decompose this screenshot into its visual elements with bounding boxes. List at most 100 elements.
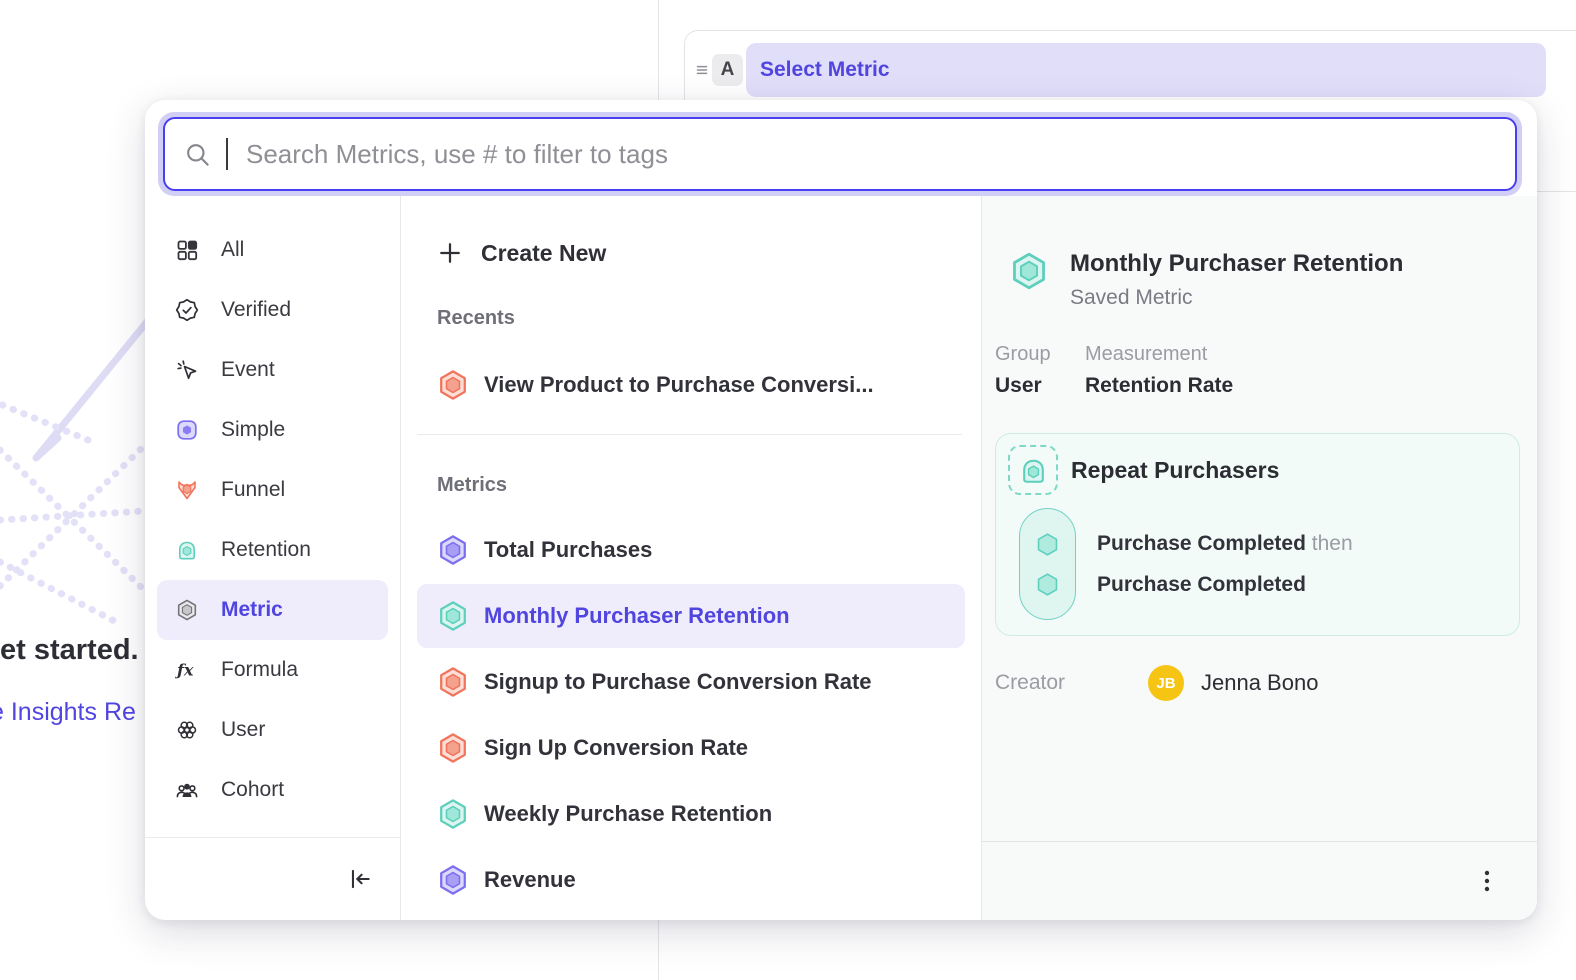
cursor-click-icon — [175, 358, 199, 382]
type-filter-sidebar: All Verified Event Simple Funnel Retention M… — [145, 196, 401, 920]
metric-hexagon-icon — [1008, 250, 1050, 292]
sidebar-item-retention[interactable]: Retention — [157, 520, 388, 580]
funnel-icon — [175, 478, 199, 502]
metric-list-item[interactable]: Signup to Purchase Conversion Rate — [417, 650, 965, 714]
metric-item-label: View Product to Purchase Conversi... — [484, 372, 874, 398]
list-section-label: Metrics — [437, 474, 981, 498]
event-sequence-capsule — [1019, 508, 1076, 620]
definition-title: Repeat Purchasers — [1071, 457, 1279, 484]
user-flower-icon — [175, 718, 199, 742]
list-divider — [417, 434, 962, 435]
metric-list-item[interactable]: View Product to Purchase Conversi... — [417, 353, 965, 417]
search-ring: Search Metrics, use # to filter to tags — [158, 112, 1522, 196]
metric-item-label: Total Purchases — [484, 537, 652, 563]
metric-list-item[interactable]: Sign Up Conversion Rate — [417, 716, 965, 780]
event-hexagon-icon — [1034, 531, 1061, 558]
metric-hexagon-icon — [436, 731, 470, 765]
metric-detail-panel: Monthly Purchaser Retention Saved Metric… — [982, 196, 1537, 920]
search-placeholder: Search Metrics, use # to filter to tags — [246, 139, 668, 170]
definition-card: Repeat Purchasers Purchase Completed the… — [995, 433, 1520, 636]
creator-avatar: JB — [1148, 665, 1184, 701]
metric-list-column: Create New Recents View Product to Purch… — [401, 196, 982, 920]
sidebar-item-label: Event — [221, 358, 275, 382]
detail-footer — [982, 841, 1537, 920]
metric-hexagon-icon — [436, 533, 470, 567]
metric-picker-modal: Search Metrics, use # to filter to tags … — [145, 100, 1537, 920]
sidebar-item-label: Retention — [221, 538, 311, 562]
grid-icon — [175, 238, 199, 262]
detail-meta: Group User Measurement Retention Rate — [995, 342, 1537, 402]
metric-item-label: Weekly Purchase Retention — [484, 801, 772, 827]
sidebar-item-label: Simple — [221, 418, 285, 442]
sidebar-footer — [145, 837, 400, 920]
group-label: Group — [995, 342, 1085, 366]
metric-item-label: Revenue — [484, 867, 576, 893]
select-metric-label: Select Metric — [760, 58, 890, 82]
select-metric-button[interactable]: Select Metric — [746, 43, 1546, 97]
background-headline-fragment: et started. — [0, 634, 139, 667]
metric-list-item[interactable]: Revenue — [417, 848, 965, 912]
sidebar-item-label: Cohort — [221, 778, 284, 802]
sidebar-item-label: Formula — [221, 658, 298, 682]
metric-item-label: Monthly Purchaser Retention — [484, 603, 790, 629]
creator-row: Creator JB Jenna Bono — [995, 663, 1537, 703]
metric-list-item[interactable]: Total Purchases — [417, 518, 965, 582]
formula-icon: ƒx — [175, 658, 199, 682]
sidebar-item-label: Metric — [221, 598, 283, 622]
metric-item-label: Sign Up Conversion Rate — [484, 735, 748, 761]
plus-icon — [436, 239, 464, 267]
metric-hexagon-icon — [436, 797, 470, 831]
picker-content: All Verified Event Simple Funnel Retention M… — [145, 196, 1537, 920]
verified-badge-icon — [175, 298, 199, 322]
behavior-icon-frame — [1008, 445, 1058, 495]
metric-item-label: Signup to Purchase Conversion Rate — [484, 669, 872, 695]
metric-hexagon-icon — [436, 599, 470, 633]
definition-step-1: Purchase Completed then — [1097, 531, 1353, 557]
metric-list-item[interactable]: Weekly Purchase Retention — [417, 782, 965, 846]
measurement-value: Retention Rate — [1085, 374, 1233, 398]
metric-letter-badge: A — [712, 54, 743, 86]
definition-step-2: Purchase Completed — [1097, 572, 1353, 598]
retention-arch-icon — [1018, 455, 1049, 486]
create-new-button[interactable]: Create New — [436, 229, 981, 277]
sidebar-item-metric[interactable]: Metric — [157, 580, 388, 640]
metric-hexagon-icon — [436, 368, 470, 402]
measurement-label: Measurement — [1085, 342, 1233, 366]
event-hexagon-icon — [1034, 571, 1061, 598]
sidebar-item-funnel[interactable]: Funnel — [157, 460, 388, 520]
more-options-button[interactable] — [1475, 868, 1499, 894]
cohort-icon — [175, 778, 199, 802]
sidebar-item-event[interactable]: Event — [157, 340, 388, 400]
metric-list-item[interactable]: Monthly Purchaser Retention — [417, 584, 965, 648]
group-value: User — [995, 374, 1085, 398]
list-section-label: Recents — [437, 307, 981, 331]
metric-hexagon-icon — [175, 598, 199, 622]
detail-subtitle: Saved Metric — [1070, 286, 1403, 310]
search-input[interactable]: Search Metrics, use # to filter to tags — [163, 117, 1517, 191]
sidebar-item-all[interactable]: All — [157, 220, 388, 280]
creator-name: Jenna Bono — [1201, 670, 1318, 696]
metric-hexagon-icon — [436, 863, 470, 897]
simple-metric-icon — [175, 418, 199, 442]
sidebar-item-cohort[interactable]: Cohort — [157, 760, 388, 820]
sidebar-item-verified[interactable]: Verified — [157, 280, 388, 340]
sidebar-item-label: Funnel — [221, 478, 285, 502]
retention-arch-icon — [175, 538, 199, 562]
create-new-label: Create New — [481, 240, 606, 267]
sidebar-item-user[interactable]: User — [157, 700, 388, 760]
background-link-fragment[interactable]: e Insights Re — [0, 698, 136, 727]
search-icon — [184, 141, 211, 168]
sidebar-item-formula[interactable]: ƒx Formula — [157, 640, 388, 700]
sidebar-item-label: User — [221, 718, 265, 742]
creator-label: Creator — [995, 671, 1148, 695]
sidebar-item-label: All — [221, 238, 244, 262]
sidebar-item-label: Verified — [221, 298, 291, 322]
definition-connector: then — [1312, 532, 1353, 555]
metric-hexagon-icon — [436, 665, 470, 699]
svg-text:ƒx: ƒx — [175, 661, 194, 680]
sidebar-item-simple[interactable]: Simple — [157, 400, 388, 460]
detail-header: Monthly Purchaser Retention Saved Metric — [1008, 250, 1519, 314]
collapse-panel-icon[interactable] — [347, 866, 373, 892]
drag-handle-icon[interactable] — [693, 61, 711, 79]
text-cursor — [226, 138, 228, 170]
